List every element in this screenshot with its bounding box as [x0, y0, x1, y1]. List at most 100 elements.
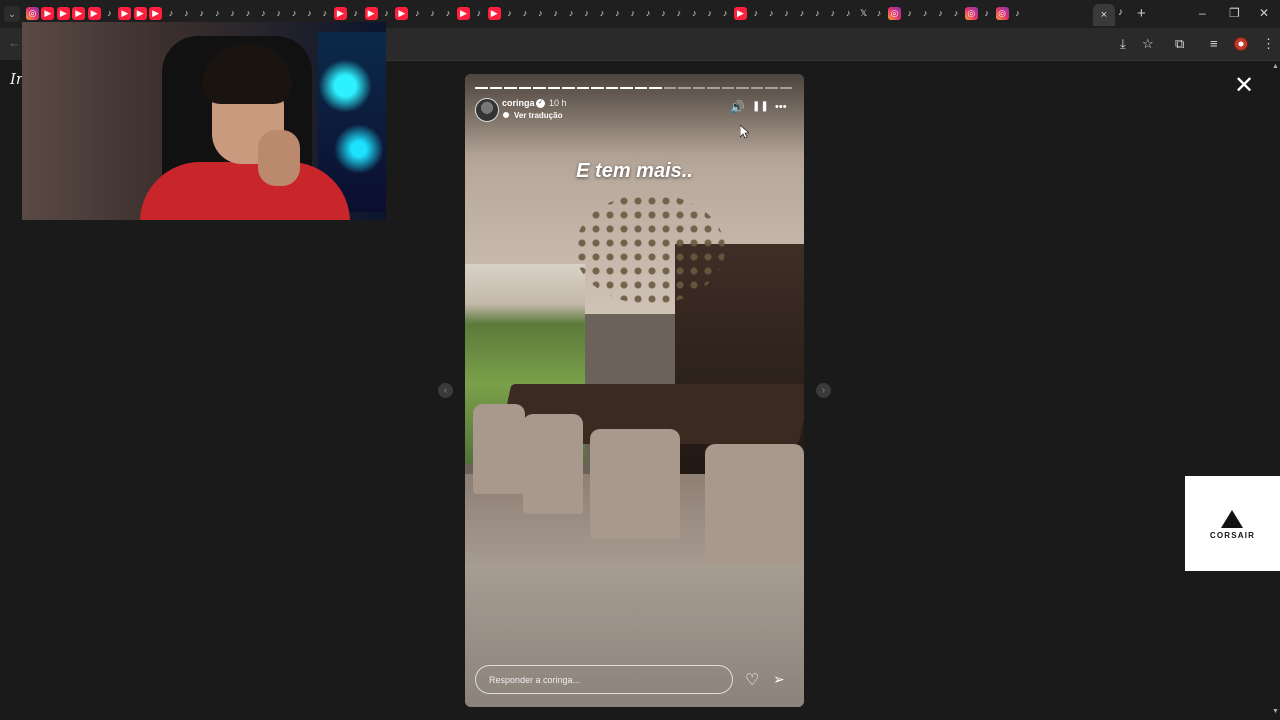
youtube-tab-icon[interactable]: ▶	[395, 7, 409, 20]
restore-button[interactable]: ❐	[1229, 6, 1240, 20]
tiktok-tab-icon[interactable]: ♪	[672, 7, 685, 20]
tiktok-tab-icon[interactable]: ♪	[288, 7, 301, 20]
install-icon[interactable]: ⤓	[1120, 36, 1126, 52]
tiktok-tab-icon[interactable]: ♪	[349, 7, 362, 20]
heart-icon[interactable]: ♡	[745, 670, 759, 690]
youtube-tab-icon[interactable]: ▶	[364, 7, 378, 20]
tiktok-tab-icon[interactable]: ♪	[503, 7, 516, 20]
tiktok-tab-icon[interactable]: ♪	[980, 7, 993, 20]
tiktok-tab-icon[interactable]: ♪	[872, 7, 885, 20]
tiktok-tab-icon[interactable]: ♪	[703, 7, 716, 20]
tiktok-tab-icon[interactable]: ♪	[626, 7, 639, 20]
tiktok-tab-icon[interactable]: ♪	[549, 7, 562, 20]
back-arrow-icon[interactable]: ←	[8, 35, 21, 50]
tiktok-tab-icon[interactable]: ♪	[180, 7, 193, 20]
instagram-tab-icon[interactable]: ◎	[995, 7, 1009, 20]
youtube-tab-icon[interactable]: ▶	[456, 7, 470, 20]
youtube-tab-icon[interactable]: ▶	[56, 7, 70, 20]
youtube-tab-icon[interactable]: ▶	[733, 7, 747, 20]
tiktok-tab-icon[interactable]: ♪	[688, 7, 701, 20]
tiktok-tab-icon[interactable]: ♪	[318, 7, 331, 20]
youtube-tab-icon[interactable]: ▶	[133, 7, 147, 20]
extensions-icon[interactable]: ⧉	[1175, 36, 1184, 52]
sound-icon[interactable]: 🔊	[730, 101, 745, 113]
youtube-tab-icon[interactable]: ▶	[149, 7, 163, 20]
new-tab-button[interactable]: +	[1137, 5, 1146, 22]
reply-input[interactable]	[475, 665, 733, 694]
active-tab-close-button[interactable]: ×	[1093, 4, 1115, 26]
verified-badge-icon: ✓	[536, 99, 545, 108]
next-story-button[interactable]: ›	[816, 383, 831, 398]
tiktok-tab-icon[interactable]: ♪	[1011, 7, 1024, 20]
tiktok-tab-icon[interactable]: ♪	[380, 7, 393, 20]
tiktok-tab-icon[interactable]: ♪	[241, 7, 254, 20]
tiktok-tab-icon[interactable]: ♪	[903, 7, 916, 20]
pause-icon[interactable]: ❚❚	[752, 101, 769, 113]
tiktok-tab-icon[interactable]: ♪	[519, 7, 532, 20]
tiktok-tab-icon[interactable]: ♪	[719, 7, 732, 20]
youtube-tab-icon[interactable]: ▶	[72, 7, 86, 20]
star-icon[interactable]: ☆	[1142, 36, 1154, 52]
tiktok-tab-icon[interactable]: ♪	[811, 7, 824, 20]
tiktok-tab-icon[interactable]: ♪	[426, 7, 439, 20]
close-story-button[interactable]: ✕	[1234, 74, 1254, 98]
story-author-avatar[interactable]	[475, 98, 499, 122]
tiktok-tab-icon[interactable]: ♪	[272, 7, 285, 20]
minimize-button[interactable]: –	[1199, 6, 1206, 20]
tiktok-tab-icon[interactable]: ♪	[257, 7, 270, 20]
tiktok-tab-icon[interactable]: ♪	[472, 7, 485, 20]
tiktok-tab-icon[interactable]: ♪	[780, 7, 793, 20]
tiktok-tab-icon[interactable]: ♪	[580, 7, 593, 20]
story-progress-segment	[576, 87, 589, 89]
tiktok-tab-icon[interactable]: ♪	[642, 7, 655, 20]
prev-story-button[interactable]: ‹	[438, 383, 453, 398]
tiktok-tab-icon[interactable]: ♪	[749, 7, 762, 20]
youtube-tab-icon[interactable]: ▶	[118, 7, 132, 20]
youtube-tab-icon[interactable]: ▶	[41, 7, 55, 20]
tiktok-tab-icon[interactable]: ♪	[411, 7, 424, 20]
tiktok-tab-icon[interactable]: ♪	[165, 7, 178, 20]
tiktok-tab-icon[interactable]: ♪	[303, 7, 316, 20]
tiktok-tab-icon[interactable]: ♪	[1118, 7, 1123, 18]
story-progress-segment	[620, 87, 633, 89]
see-translation-link[interactable]: Ver tradução	[514, 111, 562, 120]
tiktok-tab-icon[interactable]: ♪	[103, 7, 116, 20]
scroll-up-arrow-icon[interactable]: ▲	[1272, 63, 1279, 70]
scroll-down-arrow-icon[interactable]: ▼	[1272, 708, 1279, 715]
instagram-tab-icon[interactable]: ◎	[887, 7, 901, 20]
x-tab-icon[interactable]: 𝕏	[857, 7, 870, 20]
menu-icon[interactable]: ⋮	[1262, 36, 1275, 52]
tiktok-tab-icon[interactable]: ♪	[442, 7, 455, 20]
mouse-cursor-icon	[740, 125, 749, 139]
tiktok-tab-icon[interactable]: ♪	[934, 7, 947, 20]
story-progress-segment	[547, 87, 560, 89]
tiktok-tab-icon[interactable]: ♪	[565, 7, 578, 20]
tiktok-tab-icon[interactable]: ♪	[595, 7, 608, 20]
tiktok-tab-icon[interactable]: ♪	[211, 7, 224, 20]
tab-search-button[interactable]: ⌄	[4, 6, 20, 22]
story-viewer[interactable]: coringa ✓ 10 h Ver tradução 🔊 ❚❚ ••• E t…	[465, 74, 804, 707]
tiktok-tab-icon[interactable]: ♪	[826, 7, 839, 20]
tiktok-tab-icon[interactable]: ♪	[842, 7, 855, 20]
story-username[interactable]: coringa	[502, 98, 535, 108]
instagram-tab-icon[interactable]: ◎	[964, 7, 978, 20]
story-progress-segment	[721, 87, 734, 89]
profile-avatar[interactable]	[1234, 37, 1248, 51]
tiktok-tab-icon[interactable]: ♪	[919, 7, 932, 20]
media-icon[interactable]: ≡	[1210, 36, 1218, 51]
tiktok-tab-icon[interactable]: ♪	[765, 7, 778, 20]
close-window-button[interactable]: ✕	[1259, 6, 1269, 20]
tiktok-tab-icon[interactable]: ♪	[195, 7, 208, 20]
youtube-tab-icon[interactable]: ▶	[487, 7, 501, 20]
tiktok-tab-icon[interactable]: ♪	[226, 7, 239, 20]
more-options-icon[interactable]: •••	[775, 101, 787, 113]
youtube-tab-icon[interactable]: ▶	[87, 7, 101, 20]
tiktok-tab-icon[interactable]: ♪	[796, 7, 809, 20]
youtube-tab-icon[interactable]: ▶	[333, 7, 347, 20]
tiktok-tab-icon[interactable]: ♪	[657, 7, 670, 20]
send-icon[interactable]: ➢	[773, 671, 785, 688]
instagram-tab-icon[interactable]: ◎	[26, 7, 39, 20]
tiktok-tab-icon[interactable]: ♪	[534, 7, 547, 20]
tiktok-tab-icon[interactable]: ♪	[611, 7, 624, 20]
tiktok-tab-icon[interactable]: ♪	[949, 7, 962, 20]
